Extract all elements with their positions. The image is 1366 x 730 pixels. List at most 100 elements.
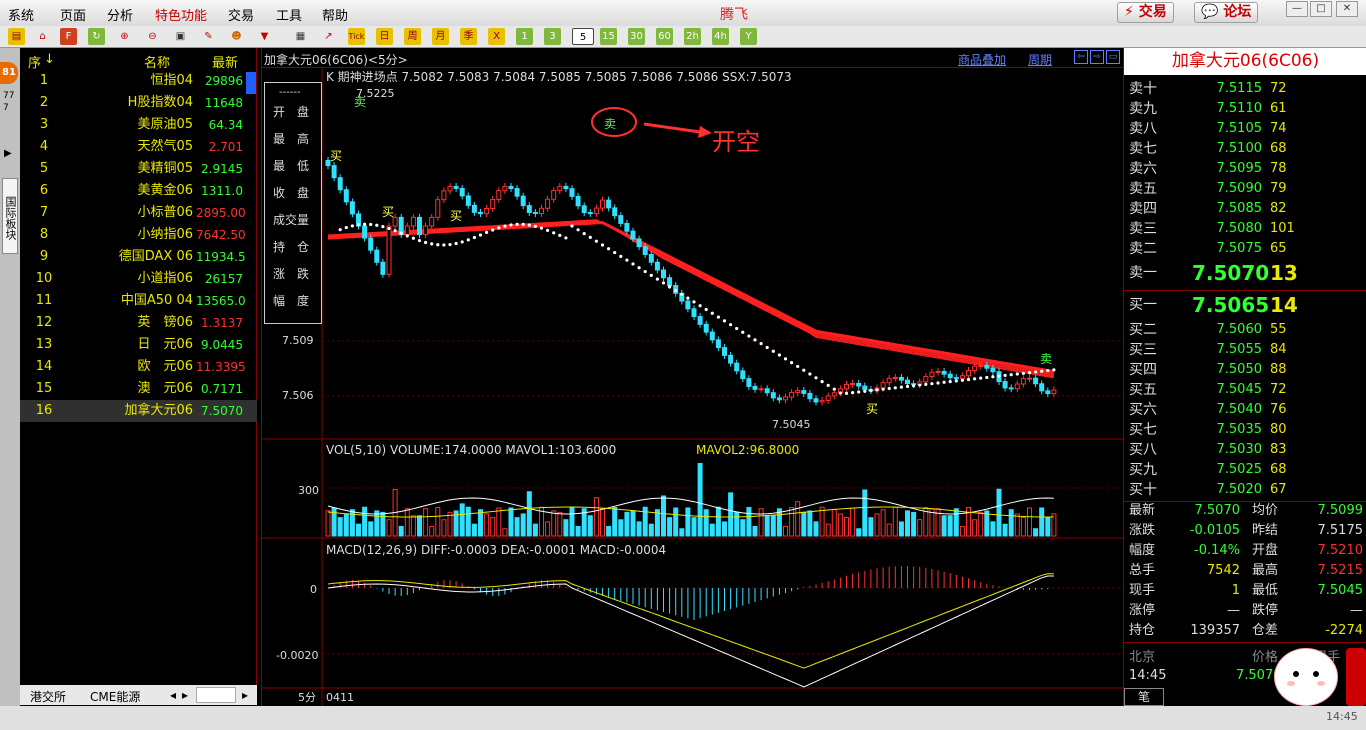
bid-row[interactable]: 买四 7.5050 88	[1124, 360, 1366, 380]
menu-tools[interactable]: 工具	[276, 5, 302, 24]
ask-row[interactable]: 卖九 7.5110 61	[1124, 99, 1366, 119]
period-week[interactable]: 周	[404, 28, 421, 45]
quote-row[interactable]: 9 德国DAX 06 11934.5	[20, 246, 257, 268]
folder-icon[interactable]: ▤	[8, 28, 25, 45]
forum-button[interactable]: 💬 论坛	[1194, 2, 1259, 23]
row-price: 7642.50	[196, 228, 246, 242]
refresh-icon[interactable]: ↻	[88, 28, 105, 45]
ask-row[interactable]: 卖七 7.5100 68	[1124, 139, 1366, 159]
chart-line-icon[interactable]: ↗	[320, 28, 337, 45]
notification-badge[interactable]: 81	[0, 62, 18, 84]
quote-row[interactable]: 2 H股指数04 11648	[20, 92, 257, 114]
period-60[interactable]: 60	[656, 28, 673, 45]
quote-row[interactable]: 13 日 元06 9.0445	[20, 334, 257, 356]
quote-row[interactable]: 4 天然气05 2.701	[20, 136, 257, 158]
table-icon[interactable]: ▦	[292, 28, 309, 45]
period-2h[interactable]: 2h	[684, 28, 701, 45]
scroll-right-icon[interactable]: ▸	[242, 688, 248, 702]
ask-row[interactable]: 卖二 7.5075 65	[1124, 239, 1366, 259]
ssx-dot	[979, 376, 983, 380]
ask-row[interactable]: 卖三 7.5080 101	[1124, 219, 1366, 239]
period-link[interactable]: 周期	[1028, 51, 1052, 68]
tab-international-board[interactable]: 国际板块	[2, 178, 18, 254]
next-arrow-icon[interactable]: ⇨	[1090, 50, 1104, 64]
quote-row[interactable]: 8 小纳指06 7642.50	[20, 224, 257, 246]
quote-row[interactable]: 1 恒指04 29896	[20, 70, 257, 92]
period-quarter[interactable]: 季	[460, 28, 477, 45]
period-day[interactable]: 日	[376, 28, 393, 45]
bid-row[interactable]: 买五 7.5045 72	[1124, 380, 1366, 400]
collapse-arrow-icon[interactable]: ▶	[4, 148, 12, 159]
stat-row: 总手 7542 最高 7.5215	[1124, 561, 1366, 581]
quote-row[interactable]: 5 美精铜05 2.9145	[20, 158, 257, 180]
header-name[interactable]: 名称	[144, 52, 170, 71]
period-month[interactable]: 月	[432, 28, 449, 45]
pen-icon[interactable]: ✎	[200, 28, 217, 45]
tab-hkex[interactable]: 港交所	[30, 688, 66, 705]
bid-row[interactable]: 买六 7.5040 76	[1124, 400, 1366, 420]
mood-icon[interactable]: ☻	[228, 28, 245, 45]
candle-body	[941, 370, 947, 375]
bid-row[interactable]: 买三 7.5055 84	[1124, 340, 1366, 360]
home-icon[interactable]: ⌂	[34, 28, 51, 45]
zoom-out-icon[interactable]: ⊖	[144, 28, 161, 45]
menu-trade[interactable]: 交易	[228, 5, 254, 24]
quote-row[interactable]: 3 美原油05 64.34	[20, 114, 257, 136]
prev-arrow-icon[interactable]: ⇦	[1074, 50, 1088, 64]
bid-row[interactable]: 买十 7.5020 67	[1124, 480, 1366, 500]
header-price[interactable]: 最新	[212, 52, 238, 71]
quote-row[interactable]: 16 加拿大元06 7.5070	[20, 400, 257, 422]
bid-row[interactable]: 买七 7.5035 80	[1124, 420, 1366, 440]
bid-row[interactable]: 买二 7.5060 55	[1124, 320, 1366, 340]
bid-row[interactable]: 买九 7.5025 68	[1124, 460, 1366, 480]
ask-row[interactable]: 卖一 7.5070 13	[1124, 263, 1366, 283]
bid-row[interactable]: 买一 7.5065 14	[1124, 295, 1366, 315]
quote-row[interactable]: 12 英 镑06 1.3137	[20, 312, 257, 334]
maximize-button[interactable]: □	[1310, 1, 1332, 17]
bid-row[interactable]: 买八 7.5030 83	[1124, 440, 1366, 460]
f10-icon[interactable]: F	[60, 28, 77, 45]
zoom-in-icon[interactable]: ⊕	[116, 28, 133, 45]
tab-cme-energy[interactable]: CME能源	[90, 688, 140, 705]
ask-row[interactable]: 卖五 7.5090 79	[1124, 179, 1366, 199]
quote-row[interactable]: 10 小道指06 26157	[20, 268, 257, 290]
period-30[interactable]: 30	[628, 28, 645, 45]
chart-area[interactable]: K 期神进场点 7.5082 7.5083 7.5084 7.5085 7.50…	[261, 48, 1124, 706]
minimize-button[interactable]: —	[1286, 1, 1308, 17]
tab-next-icon[interactable]: ▸	[182, 688, 188, 702]
ask-row[interactable]: 卖四 7.5085 82	[1124, 199, 1366, 219]
period-5[interactable]: 5	[572, 28, 594, 45]
period-y[interactable]: Y	[740, 28, 757, 45]
filter-icon[interactable]: ▼	[256, 28, 273, 45]
side-widget[interactable]	[1346, 648, 1366, 706]
kline-chart[interactable]: K 期神进场点 7.5082 7.5083 7.5084 7.5085 7.50…	[262, 48, 1124, 706]
header-idx[interactable]: 序	[28, 52, 41, 71]
period-4h[interactable]: 4h	[712, 28, 729, 45]
period-tick[interactable]: Tick	[348, 28, 365, 45]
maximize-chart-icon[interactable]: ▭	[1106, 50, 1120, 64]
ask-row[interactable]: 卖六 7.5095 78	[1124, 159, 1366, 179]
tab-prev-icon[interactable]: ◂	[170, 688, 176, 702]
menu-features[interactable]: 特色功能	[155, 5, 207, 24]
period-15[interactable]: 15	[600, 28, 617, 45]
window-icon[interactable]: ▣	[172, 28, 189, 45]
ask-row[interactable]: 卖十 7.5115 72	[1124, 79, 1366, 99]
quote-row[interactable]: 6 美黄金06 1311.0	[20, 180, 257, 202]
period-1[interactable]: 1	[516, 28, 533, 45]
trade-button[interactable]: ⚡ 交易	[1117, 2, 1174, 23]
tab-ticks[interactable]: 笔	[1124, 688, 1164, 706]
period-3[interactable]: 3	[544, 28, 561, 45]
menu-help[interactable]: 帮助	[322, 5, 348, 24]
overlay-link[interactable]: 商品叠加	[958, 51, 1006, 68]
menu-page[interactable]: 页面	[60, 5, 86, 24]
period-x[interactable]: X	[488, 28, 505, 45]
quote-row[interactable]: 15 澳 元06 0.7171	[20, 378, 257, 400]
menu-analysis[interactable]: 分析	[107, 5, 133, 24]
quote-row[interactable]: 14 欧 元06 11.3395	[20, 356, 257, 378]
quote-row[interactable]: 11 中国A50 04 13565.0	[20, 290, 257, 312]
tab-scrollbar[interactable]	[196, 687, 236, 703]
menu-system[interactable]: 系统	[8, 5, 34, 24]
ask-row[interactable]: 卖八 7.5105 74	[1124, 119, 1366, 139]
quote-row[interactable]: 7 小标普06 2895.00	[20, 202, 257, 224]
close-button[interactable]: ✕	[1336, 1, 1358, 17]
